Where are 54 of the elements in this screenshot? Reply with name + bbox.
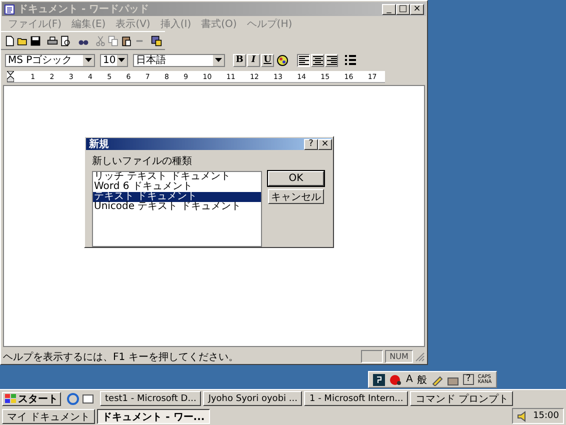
font-dropdown[interactable]: MS Pゴシック	[5, 54, 95, 66]
ime-logo-icon[interactable]	[373, 374, 385, 386]
window-control-button[interactable]: _	[382, 4, 396, 14]
format-button[interactable]: U	[261, 54, 274, 66]
taskbar-button[interactable]: コマンド プロンプト	[410, 391, 514, 406]
indent-marker-icon[interactable]	[7, 71, 14, 82]
input-mode-indicator[interactable]: A	[406, 374, 413, 385]
taskbar-button[interactable]: 1 - Microsoft Intern...	[304, 391, 408, 406]
window-title: ドキュメント - ワードパッド	[18, 3, 150, 16]
color-palette-icon[interactable]	[276, 54, 289, 66]
bullet-list-icon[interactable]	[344, 54, 357, 66]
window-control-button[interactable]: □	[396, 4, 410, 14]
ball-icon[interactable]	[389, 374, 402, 386]
status-pane	[361, 350, 383, 363]
printer-icon[interactable]	[47, 34, 58, 48]
dialog-title: 新規	[89, 137, 109, 151]
status-text: ヘルプを表示するには、F1 キーを押してください。	[3, 350, 240, 364]
save-icon[interactable]	[30, 34, 41, 48]
caret-icon	[215, 58, 222, 62]
num-lock-indicator: NUM	[385, 350, 413, 363]
speaker-icon[interactable]	[517, 410, 528, 422]
list-item[interactable]: テキスト ドキュメント	[93, 192, 261, 202]
format-button[interactable]: B	[233, 54, 246, 66]
taskbar-button[interactable]: Jyoho Syori oyobi ...	[203, 391, 302, 406]
document-icon	[4, 4, 15, 14]
start-button[interactable]: スタート	[2, 392, 61, 406]
pencil-icon[interactable]	[430, 374, 443, 386]
close-button[interactable]: ×	[318, 138, 332, 150]
dialog-button[interactable]: OK	[268, 171, 324, 186]
clock: 15:00	[533, 411, 559, 421]
resize-grip-icon[interactable]	[415, 352, 425, 362]
dictionary-indicator[interactable]: 般	[416, 372, 427, 386]
file-type-label: 新しいファイルの種類	[92, 156, 192, 167]
list-item[interactable]: Word 6 ドキュメント	[93, 182, 261, 192]
caret-icon	[118, 58, 126, 62]
format-button[interactable]: I	[247, 54, 260, 66]
new-document-icon[interactable]	[4, 34, 15, 48]
windows-logo-icon	[5, 394, 16, 404]
script-dropdown[interactable]: 日本語	[133, 54, 225, 66]
help-icon[interactable]: ?	[462, 374, 474, 385]
dialog-button[interactable]: キャンセル	[268, 189, 324, 204]
help-button[interactable]: ?	[304, 138, 318, 150]
font-size-dropdown[interactable]: 10	[100, 54, 128, 66]
taskbar-button[interactable]: test1 - Microsoft D...	[100, 391, 202, 406]
taskbar-button[interactable]: マイ ドキュメント	[2, 408, 96, 424]
caret-icon	[85, 58, 92, 62]
list-item[interactable]: Unicode テキスト ドキュメント	[93, 202, 261, 212]
window-control-button[interactable]: ×	[410, 4, 424, 14]
desktop-icon[interactable]	[82, 392, 94, 404]
taskbar-button[interactable]: ドキュメント - ワー...	[97, 408, 210, 424]
print-preview-icon[interactable]	[60, 34, 72, 48]
browser-icon[interactable]	[67, 392, 79, 404]
clipboard-icon[interactable]	[120, 34, 132, 48]
align-button[interactable]	[297, 54, 310, 66]
